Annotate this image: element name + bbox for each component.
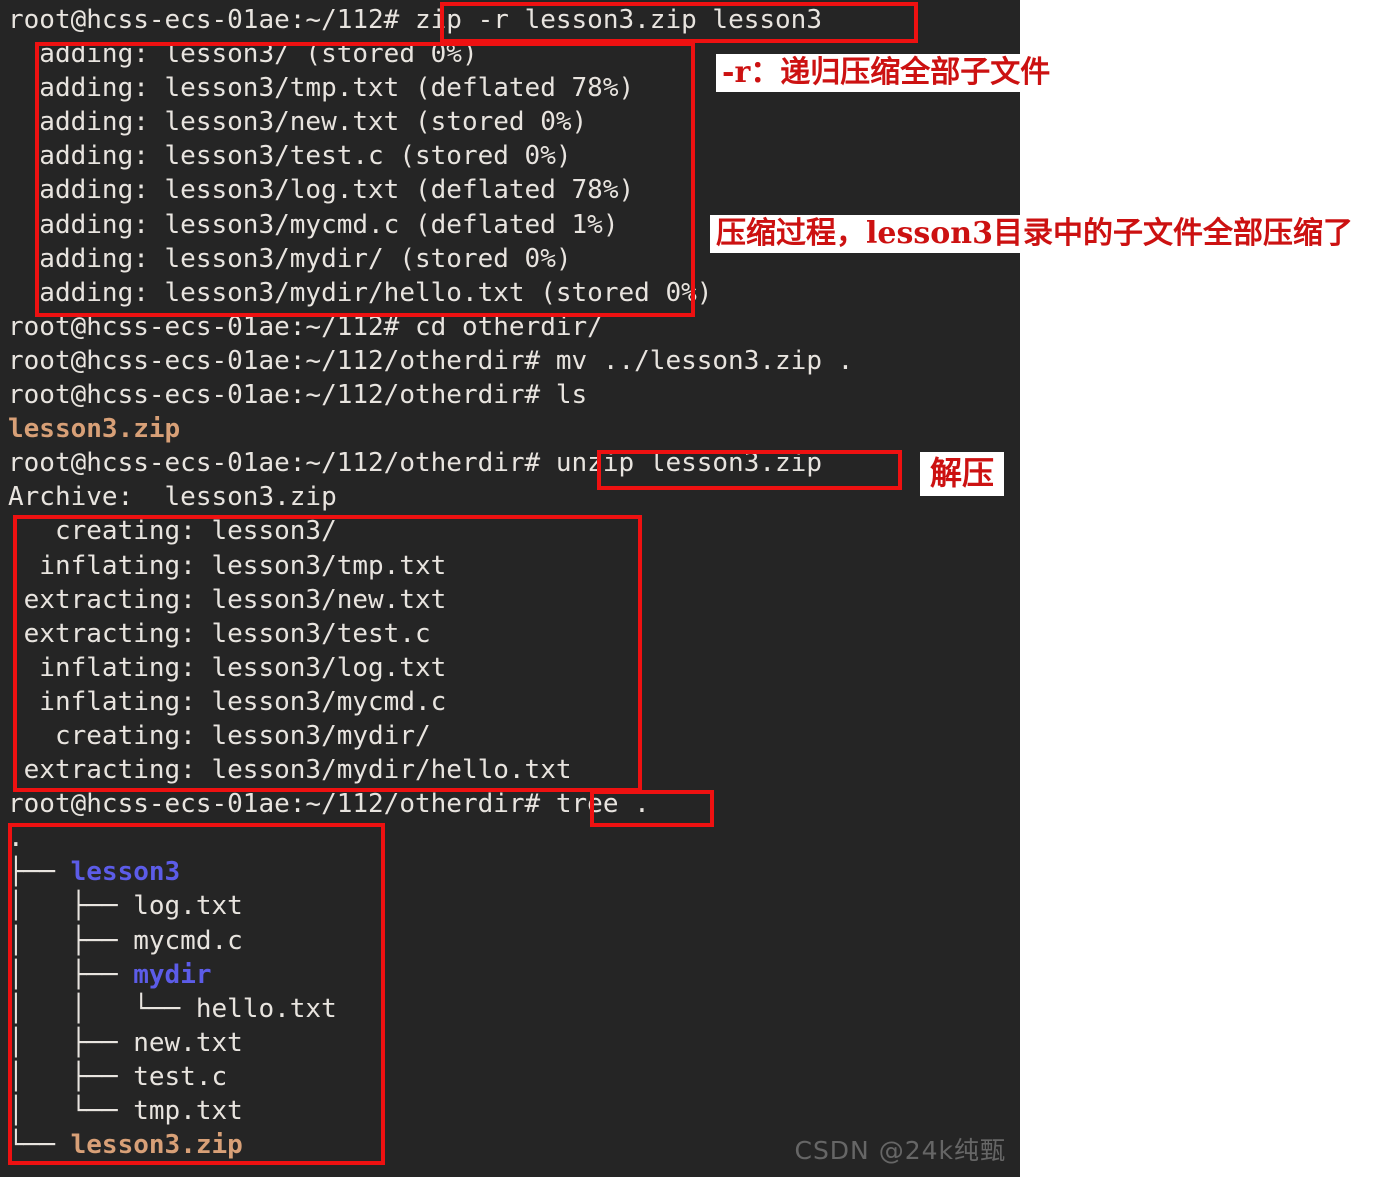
- shell-prompt: root@hcss-ecs-01ae:~/112#: [8, 311, 415, 342]
- terminal-output-area: root@hcss-ecs-01ae:~/112# zip -r lesson3…: [8, 3, 1020, 1162]
- shell-command-ls: ls: [555, 380, 588, 411]
- terminal-line: root@hcss-ecs-01ae:~/112/otherdir# tree …: [8, 787, 1020, 821]
- terminal-line: root@hcss-ecs-01ae:~/112# zip -r lesson3…: [8, 3, 1020, 37]
- terminal-line: extracting: lesson3/mydir/hello.txt: [8, 755, 572, 786]
- terminal-line: adding: lesson3/test.c (stored 0%): [8, 141, 572, 172]
- shell-command-mv: mv ../lesson3.zip .: [555, 345, 854, 376]
- terminal-line: root@hcss-ecs-01ae:~/112/otherdir# ls: [8, 378, 1020, 412]
- terminal-line: inflating: lesson3/tmp.txt: [8, 550, 447, 581]
- terminal-line: root@hcss-ecs-01ae:~/112/otherdir# unzip…: [8, 446, 1020, 480]
- shell-command-zip: zip -r lesson3.zip lesson3: [415, 5, 822, 35]
- shell-prompt: root@hcss-ecs-01ae:~/112/otherdir#: [8, 448, 556, 479]
- shell-prompt: root@hcss-ecs-01ae:~/112/otherdir#: [8, 380, 556, 411]
- terminal-line: root@hcss-ecs-01ae:~/112/otherdir# mv ..…: [8, 344, 1020, 378]
- terminal-line: creating: lesson3/mydir/: [8, 720, 431, 751]
- terminal-line: adding: lesson3/log.txt (deflated 78%): [8, 175, 635, 206]
- tree-item-tmp-txt: │ └── tmp.txt: [8, 1096, 243, 1126]
- terminal-line: adding: lesson3/mydir/hello.txt (stored …: [8, 277, 713, 308]
- csdn-watermark: CSDN @24k纯甄: [794, 1136, 1006, 1165]
- shell-prompt: root@hcss-ecs-01ae:~/112#: [8, 5, 415, 35]
- tree-root: .: [8, 823, 24, 854]
- tree-item-mydir: │ ├── mydir: [8, 958, 1020, 992]
- annotation-compress-process: 压缩过程，lesson3目录中的子文件全部压缩了: [710, 215, 1359, 253]
- tree-item-log-txt: │ ├── log.txt: [8, 891, 243, 922]
- terminal-line: inflating: lesson3/log.txt: [8, 652, 447, 683]
- tree-archive-name: lesson3.zip: [70, 1130, 243, 1161]
- annotation-recursive-flag: -r：递归压缩全部子文件: [716, 54, 1057, 92]
- terminal-line: adding: lesson3/new.txt (stored 0%): [8, 107, 588, 138]
- ls-result-archive: lesson3.zip: [8, 414, 181, 445]
- terminal-line: extracting: lesson3/new.txt: [8, 584, 447, 615]
- tree-item-test-c: │ ├── test.c: [8, 1061, 228, 1092]
- shell-command-unzip: unzip lesson3.zip: [555, 448, 822, 479]
- tree-item-new-txt: │ ├── new.txt: [8, 1027, 243, 1058]
- annotation-unzip: 解压: [920, 452, 1005, 496]
- shell-command-cd: cd otherdir/: [415, 311, 603, 342]
- terminal-window[interactable]: root@hcss-ecs-01ae:~/112# zip -r lesson3…: [0, 0, 1359, 1177]
- shell-command-tree: tree .: [555, 789, 650, 820]
- shell-prompt: root@hcss-ecs-01ae:~/112/otherdir#: [8, 789, 556, 820]
- terminal-line: root@hcss-ecs-01ae:~/112# cd otherdir/: [8, 310, 1020, 344]
- tree-branch-glyph: └──: [8, 1130, 71, 1161]
- tree-item-lesson3: ├── lesson3: [8, 855, 1020, 889]
- terminal-line: creating: lesson3/: [8, 516, 337, 547]
- tree-branch-glyph: ├──: [8, 857, 71, 888]
- tree-dir-name: mydir: [133, 959, 212, 990]
- tree-item-mycmd-c: │ ├── mycmd.c: [8, 925, 243, 956]
- terminal-line: Archive: lesson3.zip: [8, 482, 337, 513]
- tree-dir-name: lesson3: [70, 857, 181, 888]
- tree-branch-glyph: │ ├──: [8, 959, 134, 990]
- terminal-line: extracting: lesson3/test.c: [8, 618, 431, 649]
- terminal-line: inflating: lesson3/mycmd.c: [8, 686, 447, 717]
- shell-prompt: root@hcss-ecs-01ae:~/112/otherdir#: [8, 345, 556, 376]
- tree-item-hello-txt: │ │ └── hello.txt: [8, 993, 337, 1024]
